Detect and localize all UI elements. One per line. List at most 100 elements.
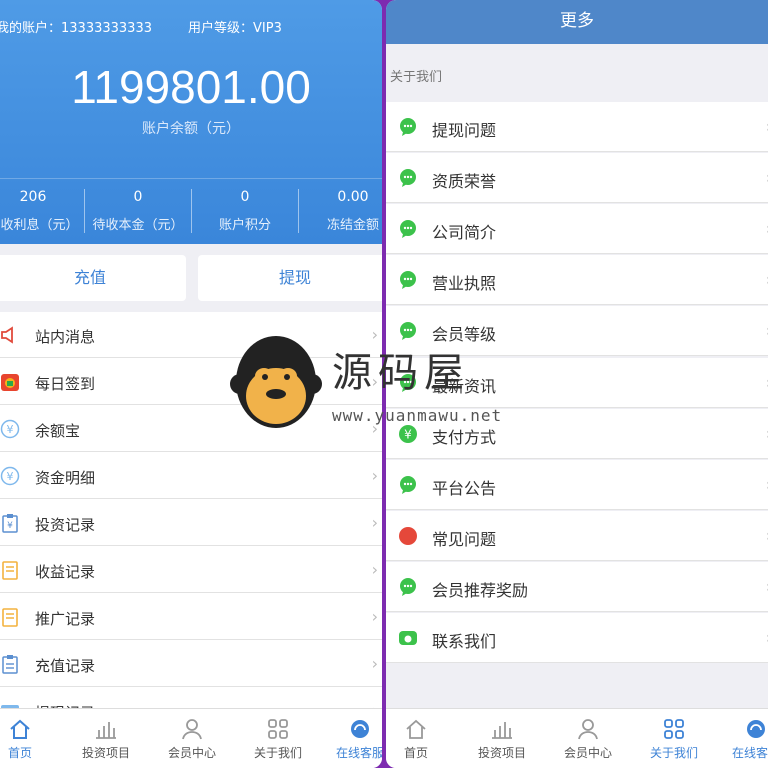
- tab-about[interactable]: 关于我们: [238, 709, 318, 768]
- tab-label: 会员中心: [563, 746, 612, 760]
- tab-member[interactable]: 会员中心: [548, 709, 628, 768]
- about-list-item[interactable]: 公司简介›: [386, 204, 768, 254]
- about-list-item-label: 联系我们: [432, 632, 497, 651]
- chevron-right-icon: ›: [371, 372, 378, 391]
- about-list-item-label: 会员推荐奖励: [432, 581, 529, 600]
- note-icon: [2, 561, 18, 580]
- tab-label: 投资项目: [81, 746, 130, 760]
- about-list-item[interactable]: 提现问题›: [386, 102, 768, 152]
- menu-item-label: 充值记录: [35, 657, 96, 675]
- yen-circle-icon: ¥: [399, 425, 417, 443]
- clipboard-icon: ¥: [2, 514, 18, 533]
- stat-label: 待收利息（元）: [0, 218, 79, 233]
- tab-support[interactable]: 在线客服: [320, 709, 382, 768]
- about-list-item[interactable]: 联系我们›: [386, 613, 768, 663]
- tab-label: 关于我们: [253, 746, 302, 760]
- stat-pending-interest: 206 待收利息（元）: [0, 179, 86, 245]
- speaker-icon: [1, 326, 13, 344]
- tab-home[interactable]: 首页: [0, 709, 60, 768]
- about-list-item[interactable]: 会员等级›: [386, 306, 768, 356]
- about-list-item[interactable]: 会员推荐奖励›: [386, 562, 768, 612]
- chat-icon: [400, 476, 416, 494]
- compass-icon: [399, 527, 417, 545]
- user-level: 用户等级：VIP3: [188, 21, 282, 36]
- account-stats: 206 待收利息（元） 0 待收本金（元） 0 账户积分 0.00 冻结金额: [0, 178, 382, 244]
- stat-pending-principal: 0 待收本金（元）: [85, 179, 191, 245]
- about-list-item-label: 营业执照: [432, 274, 497, 293]
- withdraw-button[interactable]: 提现: [198, 255, 382, 301]
- svg-text:¥: ¥: [7, 470, 14, 483]
- chevron-right-icon: ›: [371, 607, 378, 626]
- about-list-item-label: 资质荣誉: [432, 172, 497, 191]
- about-list-item-label: 提现问题: [432, 121, 497, 140]
- about-list-item-label: 会员等级: [432, 325, 497, 344]
- menu-item-funds[interactable]: ¥ 资金明细 ›: [0, 453, 382, 499]
- user-icon: [182, 719, 202, 740]
- chevron-right-icon: ›: [371, 654, 378, 673]
- about-list-item[interactable]: 常见问题›: [386, 511, 768, 561]
- menu-item-label: 每日签到: [35, 375, 96, 393]
- tab-label: 会员中心: [167, 746, 216, 760]
- menu-item-earnings[interactable]: 收益记录 ›: [0, 547, 382, 593]
- headset-icon: [747, 720, 765, 738]
- menu-item-referrals[interactable]: 推广记录 ›: [0, 594, 382, 640]
- account-panel: 我的账户：13333333333 用户等级：VIP3 1199801.00 账户…: [0, 0, 382, 768]
- tab-support[interactable]: 在线客服: [716, 709, 768, 768]
- about-list-item-label: 最新资讯: [432, 377, 497, 396]
- about-list-item-label: 常见问题: [432, 530, 497, 549]
- menu-item-checkin[interactable]: 每日签到 ›: [0, 359, 382, 405]
- tab-label: 首页: [403, 746, 428, 760]
- stat-divider: [298, 189, 299, 233]
- about-list-item[interactable]: ¥支付方式›: [386, 409, 768, 459]
- tab-member[interactable]: 会员中心: [152, 709, 232, 768]
- tab-home[interactable]: 首页: [386, 709, 456, 768]
- chat-icon: [400, 169, 416, 187]
- recharge-button[interactable]: 充值: [0, 255, 186, 301]
- stat-value: 0.00: [337, 189, 369, 205]
- stat-frozen: 0.00 冻结金额: [300, 179, 382, 245]
- page-title: 更多: [386, 0, 768, 44]
- chat-icon: [400, 220, 416, 238]
- menu-item-label: 投资记录: [35, 516, 96, 534]
- bar-chart-icon: [492, 722, 512, 739]
- section-title: 关于我们: [390, 70, 443, 85]
- yen-icon: ¥: [0, 466, 20, 486]
- chevron-right-icon: ›: [371, 466, 378, 485]
- more-panel: 更多 关于我们 提现问题›资质荣誉›公司简介›营业执照›会员等级›最新资讯› ¥ 支…: [386, 0, 768, 768]
- chat-icon: [400, 118, 416, 136]
- menu-item-messages[interactable]: 站内消息 ›: [0, 312, 382, 358]
- chevron-right-icon: ›: [371, 419, 378, 438]
- about-list-item[interactable]: 最新资讯›: [386, 358, 768, 408]
- menu-item-label: 余额宝: [35, 422, 81, 440]
- tab-label: 关于我们: [649, 746, 698, 760]
- about-list-item[interactable]: 资质荣誉›: [386, 153, 768, 203]
- tab-label: 在线客服: [335, 746, 382, 760]
- about-list-item[interactable]: 平台公告›: [386, 460, 768, 510]
- chat-icon: [400, 322, 416, 340]
- account-balance: 1199801.00: [71, 61, 311, 113]
- tab-projects[interactable]: 投资项目: [462, 709, 542, 768]
- action-bar: 充值 提现: [0, 244, 382, 312]
- tab-projects[interactable]: 投资项目: [66, 709, 146, 768]
- note-icon: [2, 608, 18, 627]
- stat-label: 待收本金（元）: [92, 218, 184, 233]
- account-number: 我的账户：13333333333: [0, 21, 152, 36]
- home-icon: [10, 719, 30, 739]
- home-icon: [406, 719, 426, 739]
- tab-label: 在线客服: [731, 746, 768, 760]
- about-list-item-label: 支付方式: [432, 428, 497, 447]
- tab-about[interactable]: 关于我们: [634, 709, 714, 768]
- about-list-item-label: 平台公告: [432, 479, 497, 498]
- stat-label: 账户积分: [218, 218, 271, 233]
- chevron-right-icon: ›: [371, 560, 378, 579]
- user-icon: [578, 719, 598, 740]
- menu-item-investments[interactable]: ¥ 投资记录 ›: [0, 500, 382, 546]
- menu-item-yuebao[interactable]: ¥ 余额宝 ›: [0, 406, 382, 452]
- menu-item-recharges[interactable]: 充值记录 ›: [0, 641, 382, 687]
- menu-item-label: 站内消息: [35, 328, 96, 346]
- about-list-item[interactable]: 营业执照›: [386, 255, 768, 305]
- svg-text:¥: ¥: [7, 521, 13, 531]
- chevron-right-icon: ›: [371, 325, 378, 344]
- stat-value: 206: [19, 189, 47, 205]
- account-menu: 站内消息 › 每日签到 › ¥ 余额宝 › ¥ 资金明细 › ¥ 投资记录 › …: [0, 312, 382, 734]
